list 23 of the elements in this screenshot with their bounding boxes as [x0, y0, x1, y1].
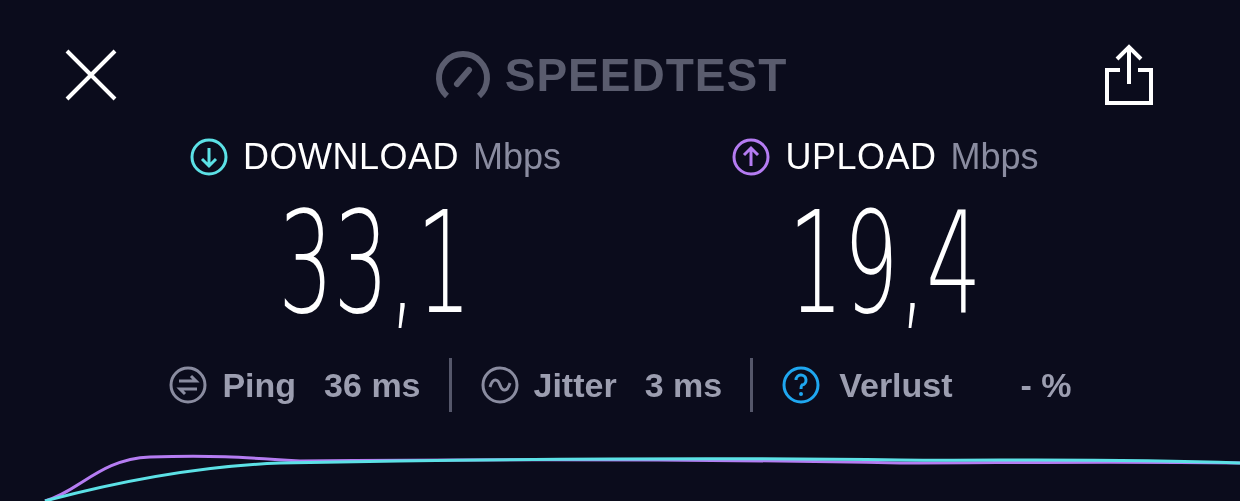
- stat-label: Verlust: [839, 365, 953, 405]
- share-icon: [1104, 44, 1154, 106]
- share-button[interactable]: [1104, 44, 1154, 106]
- speed-value: 19,4: [788, 194, 982, 334]
- stat-label: Jitter: [533, 365, 617, 405]
- gauge-icon: [434, 50, 491, 100]
- help-icon: [781, 365, 822, 405]
- stat-label: Ping: [222, 365, 297, 405]
- download-icon: [188, 137, 229, 177]
- unit-label: Mbps: [950, 136, 1039, 178]
- metric-label: UPLOAD: [785, 136, 937, 178]
- stat-value: - %: [1020, 365, 1072, 405]
- speed-value: 33,1: [278, 194, 472, 334]
- metric-label: DOWNLOAD: [242, 136, 459, 178]
- upload-icon: [731, 137, 772, 177]
- close-button[interactable]: [64, 48, 118, 102]
- ping-icon: [168, 365, 209, 405]
- close-icon: [64, 48, 118, 102]
- unit-label: Mbps: [473, 136, 561, 178]
- wave-icon: [479, 365, 520, 405]
- app-logo: SPEEDTEST: [504, 48, 788, 102]
- stat-value: 3 ms: [644, 365, 723, 405]
- stat-value: 36 ms: [324, 365, 421, 405]
